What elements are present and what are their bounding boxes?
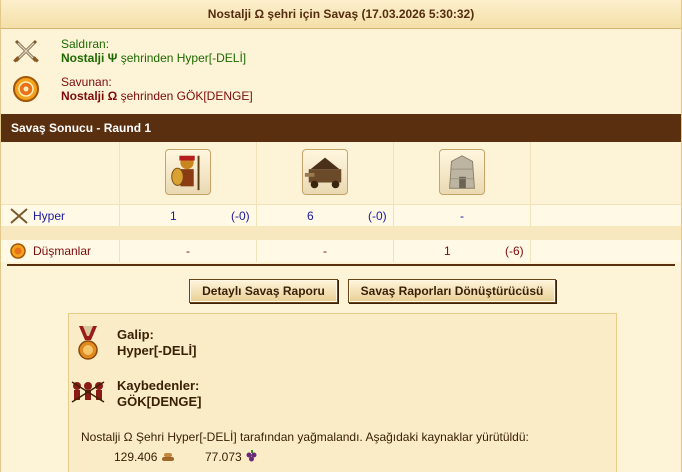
crossed-swords-icon: [13, 39, 39, 63]
battle-summary-panel: Galip: Hyper[-DELİ] Kaybedenler: GÖK[DEN…: [68, 313, 617, 472]
fallen-soldiers-icon: [71, 381, 105, 403]
ram-unit-icon: [302, 149, 348, 195]
defender-role-label: Savunan:: [61, 75, 112, 89]
defender-name-label: Düşmanlar: [33, 244, 92, 258]
winner-label: Galip:: [117, 327, 154, 342]
report-converter-button[interactable]: Savaş Raporları Dönüştürücüsü: [348, 279, 556, 303]
winner-name[interactable]: Hyper[-DELİ]: [117, 343, 196, 358]
attacker-name-link[interactable]: Hyper: [33, 209, 65, 223]
defender-unit-2-count: -: [323, 244, 327, 258]
wood-icon: [162, 453, 174, 461]
defender-units-row: Düşmanlar - - 1 (-6): [1, 240, 681, 262]
defender-unit-3-count: 1: [444, 244, 451, 258]
attacker-unit-1-count: 1: [170, 209, 177, 223]
attacker-origin: Nostalji Ψ şehrinden Hyper[-DELİ]: [61, 51, 461, 65]
defender-player[interactable]: şehrinden GÖK[DENGE]: [117, 89, 253, 103]
defender-unit-3-loss: (-6): [505, 244, 524, 258]
battle-report-window: Nostalji Ω şehri için Savaş (17.03.2026 …: [0, 0, 682, 472]
defender-unit-1-count: -: [186, 244, 190, 258]
wall-icon: [439, 149, 485, 195]
attacker-player[interactable]: şehrinden Hyper[-DELİ]: [117, 51, 246, 65]
defender-city-link[interactable]: Nostalji Ω: [61, 89, 117, 103]
plunder-summary: Nostalji Ω Şehri Hyper[-DELİ] tarafından…: [81, 430, 529, 444]
crossed-swords-icon: [10, 208, 28, 224]
attacker-unit-2-loss: (-0): [368, 209, 387, 223]
unit-images-row: [1, 142, 681, 204]
page-title: Nostalji Ω şehri için Savaş (17.03.2026 …: [1, 0, 681, 29]
shield-icon: [13, 76, 39, 102]
grid-spacer: [1, 226, 681, 240]
attacker-city-link[interactable]: Nostalji Ψ: [61, 51, 117, 65]
defender-origin: Nostalji Ω şehrinden GÖK[DENGE]: [61, 89, 461, 103]
attacker-unit-2-count: 6: [307, 209, 314, 223]
detailed-report-button[interactable]: Detaylı Savaş Raporu: [189, 279, 338, 303]
hoplite-unit-icon: [165, 149, 211, 195]
battle-result-header: Savaş Sonucu - Raund 1: [1, 114, 681, 142]
medal-icon: [78, 326, 98, 360]
loser-name[interactable]: GÖK[DENGE]: [117, 394, 202, 409]
wine-icon: [246, 450, 257, 462]
attacker-units-row: Hyper 1 (-0) 6 (-0) -: [1, 204, 681, 226]
resource-1-amount: 129.406: [114, 450, 158, 464]
attacker-unit-3-count: -: [460, 209, 464, 223]
shield-icon: [10, 243, 26, 259]
loser-label: Kaybedenler:: [117, 378, 200, 393]
resource-2-amount: 77.073: [205, 450, 242, 464]
grid-divider: [7, 264, 675, 266]
attacker-unit-1-loss: (-0): [231, 209, 250, 223]
attacker-role-label: Saldıran:: [61, 37, 110, 51]
